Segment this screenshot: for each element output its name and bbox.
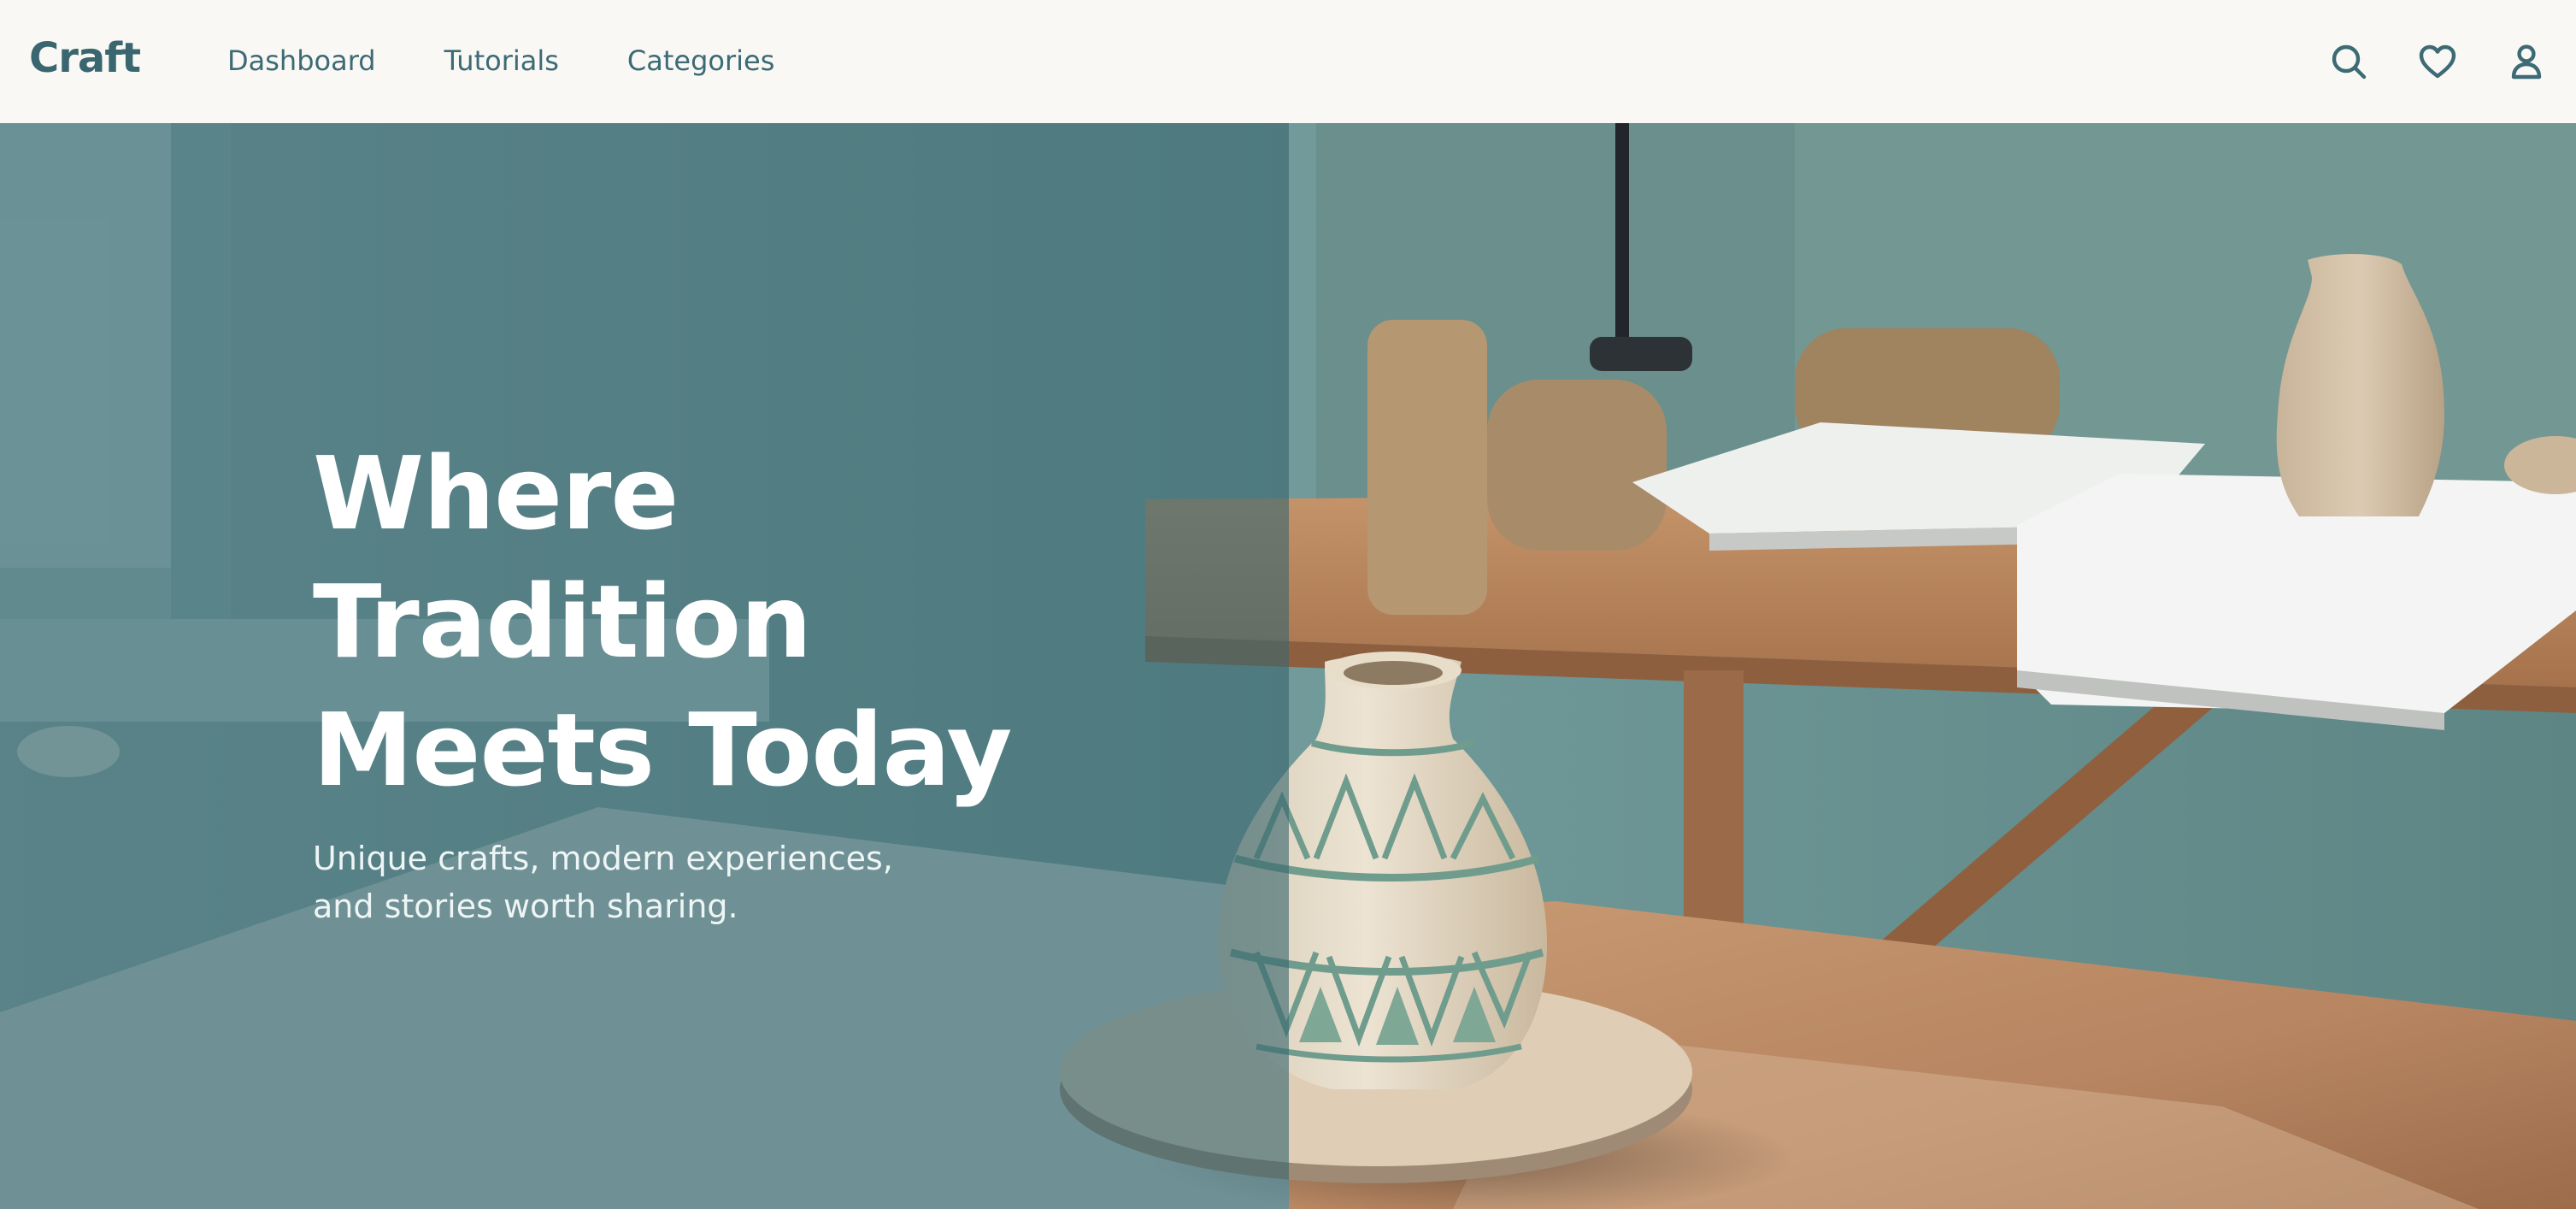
brand-logo[interactable]: Craft xyxy=(29,34,141,82)
nav-link-tutorials[interactable]: Tutorials xyxy=(444,44,559,77)
hero-text: Where Tradition Meets Today Unique craft… xyxy=(313,429,1167,930)
nav-links: Dashboard Tutorials Categories xyxy=(227,44,774,77)
nav-link-dashboard[interactable]: Dashboard xyxy=(227,44,376,77)
nav-actions xyxy=(2284,38,2576,86)
top-nav: Craft Dashboard Tutorials Categories xyxy=(0,0,2576,123)
user-icon[interactable] xyxy=(2502,38,2550,86)
hero-title-line: Tradition xyxy=(313,563,812,681)
heart-icon[interactable] xyxy=(2414,38,2461,86)
hero-section: Where Tradition Meets Today Unique craft… xyxy=(0,123,2576,1209)
nav-link-categories[interactable]: Categories xyxy=(627,44,774,77)
hero-title-line: Meets Today xyxy=(313,691,1012,809)
hero-subtitle: Unique crafts, modern experiences, and s… xyxy=(313,840,893,925)
hero-title-line: Where xyxy=(313,434,679,552)
search-icon[interactable] xyxy=(2325,38,2373,86)
hero-title: Where Tradition Meets Today xyxy=(313,429,1167,814)
